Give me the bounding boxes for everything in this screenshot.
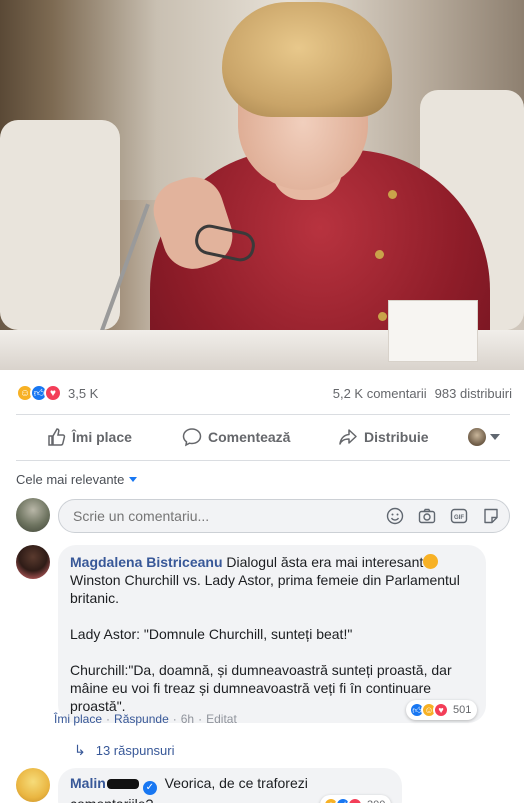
svg-text:GIF: GIF — [454, 515, 464, 521]
comment-text-line: Lady Astor: "Domnule Churchill, sunteți … — [70, 626, 353, 642]
avatar[interactable] — [16, 768, 50, 802]
comment-input-box[interactable]: GIF — [58, 499, 510, 533]
comment-button[interactable]: Comentează — [182, 427, 290, 447]
comment-reply-link[interactable]: Răspunde — [114, 712, 169, 726]
comment-text-line: mâine eu voi fi treaz și dumneavoastră v… — [70, 680, 432, 696]
comment-author[interactable]: Magdalena Bistriceanu — [70, 554, 223, 570]
photo-button — [388, 190, 397, 199]
post-photo[interactable] — [0, 0, 524, 370]
replies-count: 13 răspunsuri — [95, 743, 175, 758]
comment-like-link[interactable]: Îmi place — [54, 712, 102, 726]
photo-nameplate — [388, 300, 478, 362]
love-icon: ♥ — [44, 384, 62, 402]
comment-actions: Îmi place · Răspunde · 6h · Editat — [54, 712, 237, 726]
avatar — [468, 428, 486, 446]
comment-reaction-count: 300 — [367, 799, 385, 803]
photo-chair — [0, 120, 120, 330]
comment-edited-label[interactable]: Editat — [206, 712, 237, 726]
avatar[interactable] — [16, 498, 50, 532]
smile-emoji-icon — [423, 554, 439, 569]
comment-text-line: Dialogul ăsta era mai interesant — [226, 554, 424, 570]
reaction-icons[interactable]: ☺ 👍︎ ♥ — [16, 384, 62, 402]
view-replies-link[interactable]: ↳ 13 răspunsuri — [74, 742, 175, 759]
reaction-count[interactable]: 3,5 K — [68, 386, 98, 401]
divider — [16, 414, 510, 415]
comments-sort-dropdown[interactable]: Cele mai relevante — [16, 472, 138, 487]
camera-icon[interactable] — [417, 506, 437, 526]
comment-reactions[interactable]: 👍︎ ☺ ♥ 501 — [406, 700, 478, 720]
divider — [16, 460, 510, 461]
comment-text-line: Churchill:"Da, doamnă, și dumneavoastră … — [70, 662, 452, 678]
shares-count[interactable]: 983 distribuiri — [435, 386, 512, 401]
comment-reaction-count: 501 — [453, 704, 472, 716]
post-actions-bar: Îmi place Comentează Distribuie — [16, 418, 510, 456]
like-button[interactable]: Îmi place — [46, 427, 132, 447]
reply-arrow-icon: ↳ — [74, 742, 86, 758]
emoji-icon[interactable] — [385, 506, 405, 526]
comment-icon — [182, 428, 202, 447]
share-button-label: Distribuie — [364, 429, 429, 445]
caret-down-icon — [129, 477, 138, 482]
comment-bubble: Magdalena Bistriceanu Dialogul ăsta era … — [58, 545, 486, 723]
thumbs-up-icon — [48, 428, 66, 446]
redacted-name — [106, 779, 139, 790]
verified-icon: ✓ — [142, 781, 157, 795]
comments-count[interactable]: 5,2 K comentarii — [333, 386, 427, 401]
comment-input[interactable] — [73, 508, 323, 524]
share-button[interactable]: Distribuie — [338, 427, 429, 447]
comment-author[interactable]: Malin — [70, 775, 141, 791]
comment-text-line: Winston Churchill vs. Lady Astor, prima … — [70, 572, 460, 588]
love-icon: ♥ — [347, 797, 363, 803]
photo-button — [378, 312, 387, 321]
comment-composer: GIF — [16, 497, 512, 535]
love-icon: ♥ — [433, 702, 449, 718]
post-as-selector[interactable] — [468, 428, 500, 446]
photo-button — [375, 250, 384, 259]
avatar[interactable] — [16, 545, 50, 579]
comment-text-line: britanic. — [70, 590, 120, 606]
sort-label: Cele mai relevante — [16, 472, 125, 487]
sticker-icon[interactable] — [481, 506, 501, 526]
like-button-label: Îmi place — [72, 429, 132, 445]
comment-button-label: Comentează — [208, 429, 291, 445]
reactions-summary: ☺ 👍︎ ♥ 3,5 K 5,2 K comentarii 983 distri… — [16, 380, 512, 406]
photo-person-hair — [222, 2, 392, 117]
gif-icon[interactable]: GIF — [449, 506, 469, 526]
comment-reactions[interactable]: ☺ 👍︎ ♥ 300 — [320, 795, 392, 803]
comment-timestamp[interactable]: 6h — [181, 712, 194, 726]
chevron-down-icon — [490, 434, 500, 440]
share-arrow-icon — [339, 429, 357, 445]
